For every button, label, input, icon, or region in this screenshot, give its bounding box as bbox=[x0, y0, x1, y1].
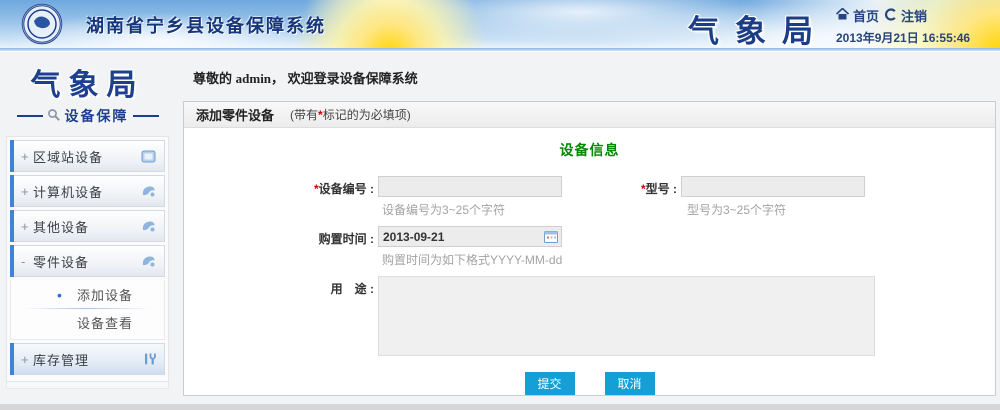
parts-equipment-submenu: • 添加设备 设备查看 bbox=[10, 280, 165, 340]
model-hint: 型号为3~25个字符 bbox=[687, 201, 786, 218]
sidebar-item-parts-equipment[interactable]: - 零件设备 bbox=[10, 245, 165, 277]
sidebar-item-regional-station[interactable]: + 区域站设备 bbox=[10, 140, 165, 172]
device-icon bbox=[141, 184, 156, 198]
monitor-icon bbox=[141, 150, 156, 163]
app-header: 湖南省宁乡县设备保障系统 气象局 首页 注销 bbox=[0, 0, 1000, 48]
equipment-form: *设备编号 : *型号 : 设备编号为3~25个字符 型号为3~25个字符 bbox=[184, 176, 995, 395]
tools-icon bbox=[142, 352, 156, 366]
model-label: *型号 : bbox=[562, 176, 677, 197]
username: admin bbox=[236, 71, 271, 86]
submenu-divider bbox=[23, 308, 152, 309]
panel-title: 添加零件设备 bbox=[196, 105, 274, 124]
welcome-message: 尊敬的 admin， 欢迎登录设备保障系统 bbox=[183, 58, 996, 87]
magnifier-icon bbox=[47, 108, 61, 125]
required-note: (带有*标记的为必填项) bbox=[290, 106, 411, 123]
purchase-date-label: 购置时间 : bbox=[184, 226, 374, 247]
active-bullet: • bbox=[57, 287, 65, 303]
model-input[interactable] bbox=[681, 176, 865, 197]
header-datetime: 2013年9月21日 16:55:46 bbox=[836, 29, 988, 46]
calendar-icon[interactable] bbox=[544, 230, 558, 246]
usage-label: 用 途 : bbox=[184, 276, 374, 297]
sidebar-item-computer-equipment[interactable]: + 计算机设备 bbox=[10, 175, 165, 207]
sidebar: 气象局 设备保障 + 区域站设备 bbox=[6, 58, 169, 396]
panel-header: 添加零件设备 (带有*标记的为必填项) bbox=[184, 102, 995, 128]
device-no-input[interactable] bbox=[378, 176, 562, 197]
section-title: 设备信息 bbox=[184, 140, 995, 160]
header-links: 首页 注销 2013年9月21日 16:55:46 bbox=[836, 6, 988, 46]
page-footer-strip bbox=[0, 404, 1000, 410]
submenu-item-view-equipment[interactable]: 设备查看 bbox=[11, 310, 164, 335]
divider-line bbox=[17, 115, 43, 117]
sidebar-menu: + 区域站设备 + 计算机设备 bbox=[6, 136, 169, 382]
bureau-title: 气象局 bbox=[688, 6, 829, 48]
system-title: 湖南省宁乡县设备保障系统 bbox=[86, 12, 326, 38]
cancel-button[interactable]: 取消 bbox=[605, 372, 655, 395]
home-link[interactable]: 首页 bbox=[836, 6, 879, 25]
device-icon bbox=[141, 254, 156, 268]
submit-button[interactable]: 提交 bbox=[525, 372, 575, 395]
main-content: 尊敬的 admin， 欢迎登录设备保障系统 添加零件设备 (带有*标记的为必填项… bbox=[183, 58, 996, 396]
device-no-label: *设备编号 : bbox=[184, 176, 374, 197]
purchase-date-hint: 购置时间为如下格式YYYY-MM-dd bbox=[382, 251, 562, 268]
purchase-date-input[interactable] bbox=[378, 226, 562, 247]
divider-line bbox=[133, 115, 159, 117]
device-no-hint: 设备编号为3~25个字符 bbox=[382, 201, 682, 218]
sidebar-sub-brand: 设备保障 bbox=[6, 106, 169, 126]
device-icon bbox=[141, 219, 156, 233]
home-icon bbox=[836, 8, 849, 23]
logout-link[interactable]: 注销 bbox=[884, 6, 927, 25]
sidebar-item-other-equipment[interactable]: + 其他设备 bbox=[10, 210, 165, 242]
bureau-seal-logo bbox=[20, 3, 64, 48]
add-part-equipment-panel: 添加零件设备 (带有*标记的为必填项) 设备信息 *设备编号 : *型号 : bbox=[183, 101, 996, 396]
sidebar-footer bbox=[6, 382, 169, 389]
logout-icon bbox=[884, 8, 897, 24]
usage-textarea[interactable] bbox=[378, 276, 875, 356]
sidebar-brand: 气象局 bbox=[6, 60, 169, 104]
submenu-item-add-equipment[interactable]: • 添加设备 bbox=[11, 282, 164, 307]
sidebar-item-inventory-management[interactable]: + 库存管理 bbox=[10, 343, 165, 375]
